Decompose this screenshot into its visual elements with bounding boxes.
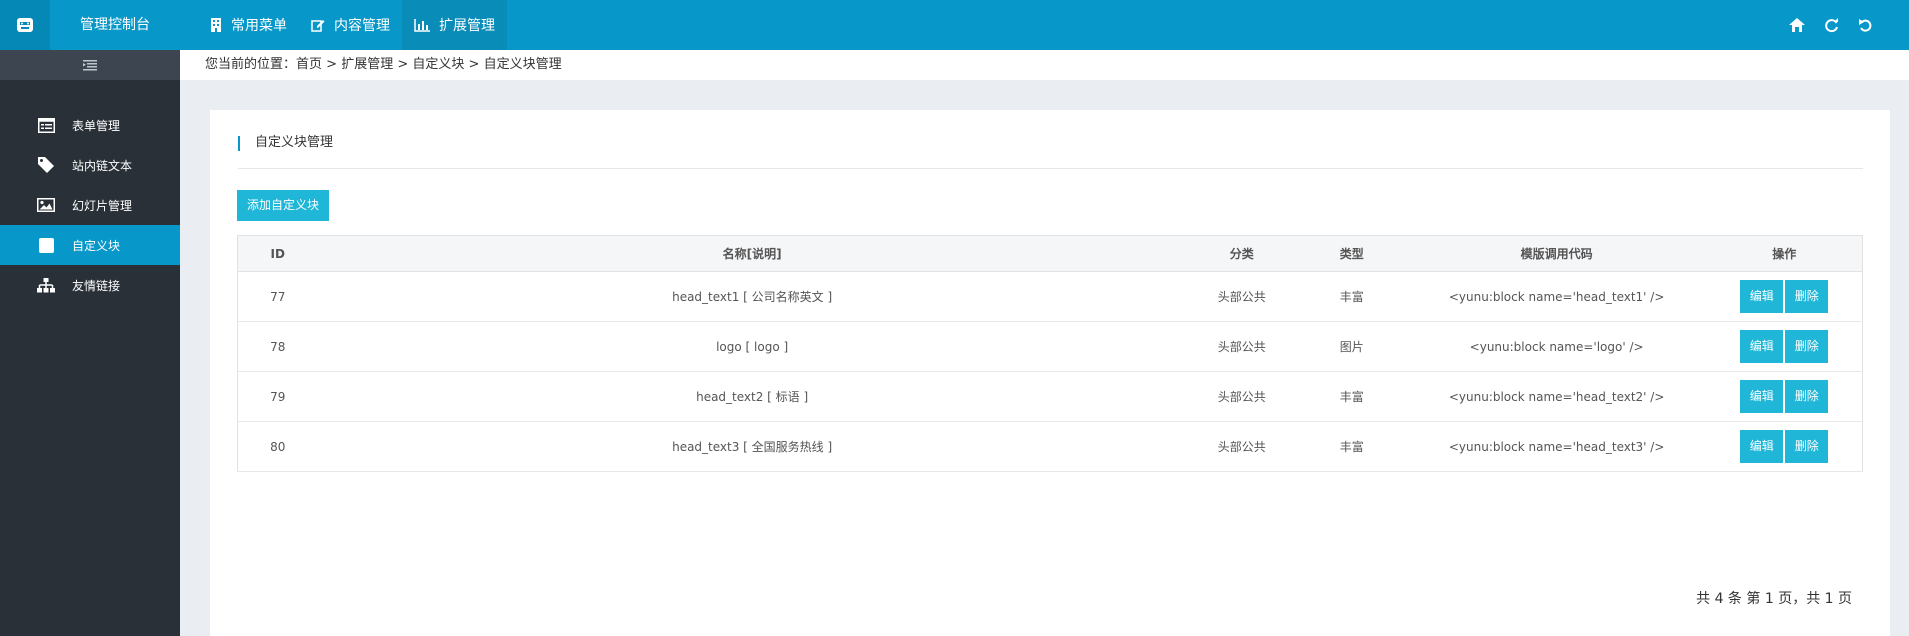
cell-category: 头部公共	[1186, 421, 1297, 472]
cell-category: 头部公共	[1186, 321, 1297, 372]
column-header-actions: 操作	[1706, 235, 1863, 272]
column-header-type: 类型	[1296, 235, 1407, 272]
title-accent-bar	[238, 136, 240, 151]
sidebar-item-custom-block[interactable]: 自定义块	[0, 225, 180, 265]
table-row: 78 logo [ logo ] 头部公共 图片 <yunu:block nam…	[237, 321, 1863, 372]
cell-actions: 编辑 删除	[1706, 371, 1863, 422]
cell-code: <yunu:block name='head_text3' />	[1406, 421, 1707, 472]
undo-icon[interactable]	[1856, 16, 1874, 34]
sidebar-item-label: 幻灯片管理	[72, 198, 133, 213]
edit-button[interactable]: 编辑	[1740, 330, 1784, 363]
sidebar-item-form-manage[interactable]: 表单管理	[0, 105, 180, 145]
top-nav-label: 内容管理	[334, 18, 390, 34]
column-header-id: ID	[237, 235, 318, 272]
page-title: 自定义块管理	[255, 135, 334, 150]
robot-icon	[17, 18, 33, 32]
table-row: 80 head_text3 [ 全国服务热线 ] 头部公共 丰富 <yunu:b…	[237, 421, 1863, 472]
breadcrumb-sep: >	[464, 57, 484, 72]
cell-name: head_text3 [ 全国服务热线 ]	[317, 421, 1187, 472]
breadcrumb-home[interactable]: 首页	[296, 57, 322, 72]
form-icon	[37, 116, 55, 134]
square-icon	[37, 236, 55, 254]
top-nav-label: 扩展管理	[439, 18, 495, 34]
refresh-icon[interactable]	[1822, 16, 1840, 34]
sitemap-icon	[37, 276, 55, 294]
edit-button[interactable]: 编辑	[1740, 430, 1784, 463]
cell-code: <yunu:block name='head_text2' />	[1406, 371, 1707, 422]
building-icon	[211, 18, 221, 32]
cell-id: 78	[237, 321, 318, 372]
cell-id: 80	[237, 421, 318, 472]
column-header-code: 模版调用代码	[1406, 235, 1707, 272]
home-icon[interactable]	[1788, 16, 1806, 34]
sidebar-item-link-text[interactable]: 站内链文本	[0, 145, 180, 185]
image-icon	[37, 196, 55, 214]
column-header-category: 分类	[1186, 235, 1297, 272]
column-header-name: 名称[说明]	[317, 235, 1187, 272]
cell-type: 丰富	[1296, 421, 1407, 472]
cell-id: 79	[237, 371, 318, 422]
cell-name: logo [ logo ]	[317, 321, 1187, 372]
cell-type: 图片	[1296, 321, 1407, 372]
top-nav-extend-manage[interactable]: 扩展管理	[402, 0, 507, 50]
cell-id: 77	[237, 271, 318, 322]
sidebar-item-friend-links[interactable]: 友情链接	[0, 265, 180, 305]
sidebar-toggle[interactable]	[0, 50, 180, 80]
edit-button[interactable]: 编辑	[1740, 380, 1784, 413]
cell-actions: 编辑 删除	[1706, 421, 1863, 472]
logo[interactable]	[0, 0, 50, 50]
tag-icon	[37, 156, 55, 174]
cell-category: 头部公共	[1186, 271, 1297, 322]
cell-actions: 编辑 删除	[1706, 271, 1863, 322]
content-card: 自定义块管理 添加自定义块 ID 名称[说明] 分类 类型 模版调用代码 操作 …	[210, 110, 1890, 636]
sidebar: 表单管理 站内链文本 幻灯片管理 自定义块 友情链接	[0, 50, 180, 636]
edit-button[interactable]: 编辑	[1740, 280, 1784, 313]
delete-button[interactable]: 删除	[1785, 430, 1829, 463]
top-nav-label: 常用菜单	[231, 18, 287, 34]
cell-name: head_text2 [ 标语 ]	[317, 371, 1187, 422]
table-row: 79 head_text2 [ 标语 ] 头部公共 丰富 <yunu:block…	[237, 371, 1863, 422]
add-custom-block-button[interactable]: 添加自定义块	[237, 190, 329, 221]
cell-code: <yunu:block name='head_text1' />	[1406, 271, 1707, 322]
top-right-tools	[1788, 0, 1874, 50]
breadcrumb-prefix: 您当前的位置：	[205, 57, 297, 72]
breadcrumb-sep: >	[393, 57, 413, 72]
edit-icon	[311, 20, 325, 32]
cell-category: 头部公共	[1186, 371, 1297, 422]
sidebar-item-label: 站内链文本	[72, 158, 133, 173]
app-title: 管理控制台	[80, 17, 150, 33]
top-nav: 常用菜单 内容管理 扩展管理	[198, 0, 507, 50]
indent-icon	[83, 59, 97, 70]
top-bar: 管理控制台 常用菜单 内容管理 扩展管理	[0, 0, 1909, 50]
delete-button[interactable]: 删除	[1785, 280, 1829, 313]
cell-type: 丰富	[1296, 271, 1407, 322]
sidebar-item-slides[interactable]: 幻灯片管理	[0, 185, 180, 225]
card-header: 自定义块管理	[238, 132, 1863, 169]
pagination-info: 共 4 条 第 1 页，共 1 页	[1696, 591, 1852, 607]
breadcrumb-custom-block[interactable]: 自定义块	[412, 57, 464, 72]
breadcrumb-sep: >	[322, 57, 342, 72]
custom-block-table: ID 名称[说明] 分类 类型 模版调用代码 操作 77 head_text1 …	[237, 235, 1863, 472]
top-nav-content-manage[interactable]: 内容管理	[299, 0, 402, 50]
cell-type: 丰富	[1296, 371, 1407, 422]
breadcrumb-extend[interactable]: 扩展管理	[341, 57, 393, 72]
table-row: 77 head_text1 [ 公司名称英文 ] 头部公共 丰富 <yunu:b…	[237, 271, 1863, 322]
sidebar-item-label: 表单管理	[72, 118, 121, 133]
bar-chart-icon	[414, 18, 430, 32]
top-nav-common-menu[interactable]: 常用菜单	[198, 0, 299, 50]
breadcrumb-current: 自定义块管理	[483, 57, 562, 72]
breadcrumb: 您当前的位置：首页 > 扩展管理 > 自定义块 > 自定义块管理	[180, 50, 1909, 80]
sidebar-item-label: 友情链接	[72, 278, 121, 293]
cell-actions: 编辑 删除	[1706, 321, 1863, 372]
sidebar-item-label: 自定义块	[72, 238, 121, 253]
delete-button[interactable]: 删除	[1785, 330, 1829, 363]
cell-code: <yunu:block name='logo' />	[1406, 321, 1707, 372]
cell-name: head_text1 [ 公司名称英文 ]	[317, 271, 1187, 322]
delete-button[interactable]: 删除	[1785, 380, 1829, 413]
table-header-row: ID 名称[说明] 分类 类型 模版调用代码 操作	[237, 235, 1863, 272]
